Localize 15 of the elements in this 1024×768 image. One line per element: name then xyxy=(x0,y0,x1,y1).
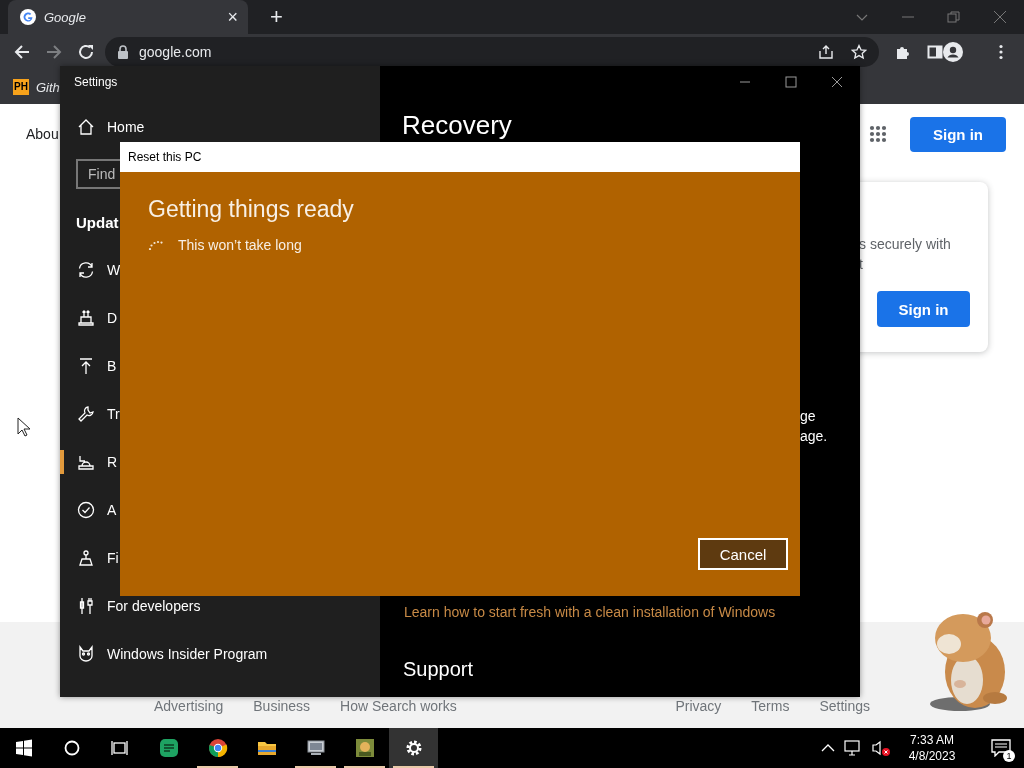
section-heading: Updat xyxy=(76,213,119,233)
body-text: ge xyxy=(800,407,817,426)
body-text: age. xyxy=(800,427,829,446)
status-text: This won’t take long xyxy=(178,237,302,253)
notification-count: 1 xyxy=(1003,750,1015,762)
page-heading: Recovery xyxy=(401,109,513,140)
dialog-title: Reset this PC xyxy=(120,142,800,172)
tab-title: Google xyxy=(44,9,87,25)
dialog-heading: Getting things ready xyxy=(148,196,355,223)
bookmark-favicon: PH xyxy=(13,79,29,95)
bookmark-label: Gith xyxy=(35,79,60,95)
window-title: Settings xyxy=(73,74,119,91)
url-text: google.com xyxy=(139,44,213,60)
section-heading: Support xyxy=(402,657,475,681)
card-text: s securely with xyxy=(859,235,952,254)
